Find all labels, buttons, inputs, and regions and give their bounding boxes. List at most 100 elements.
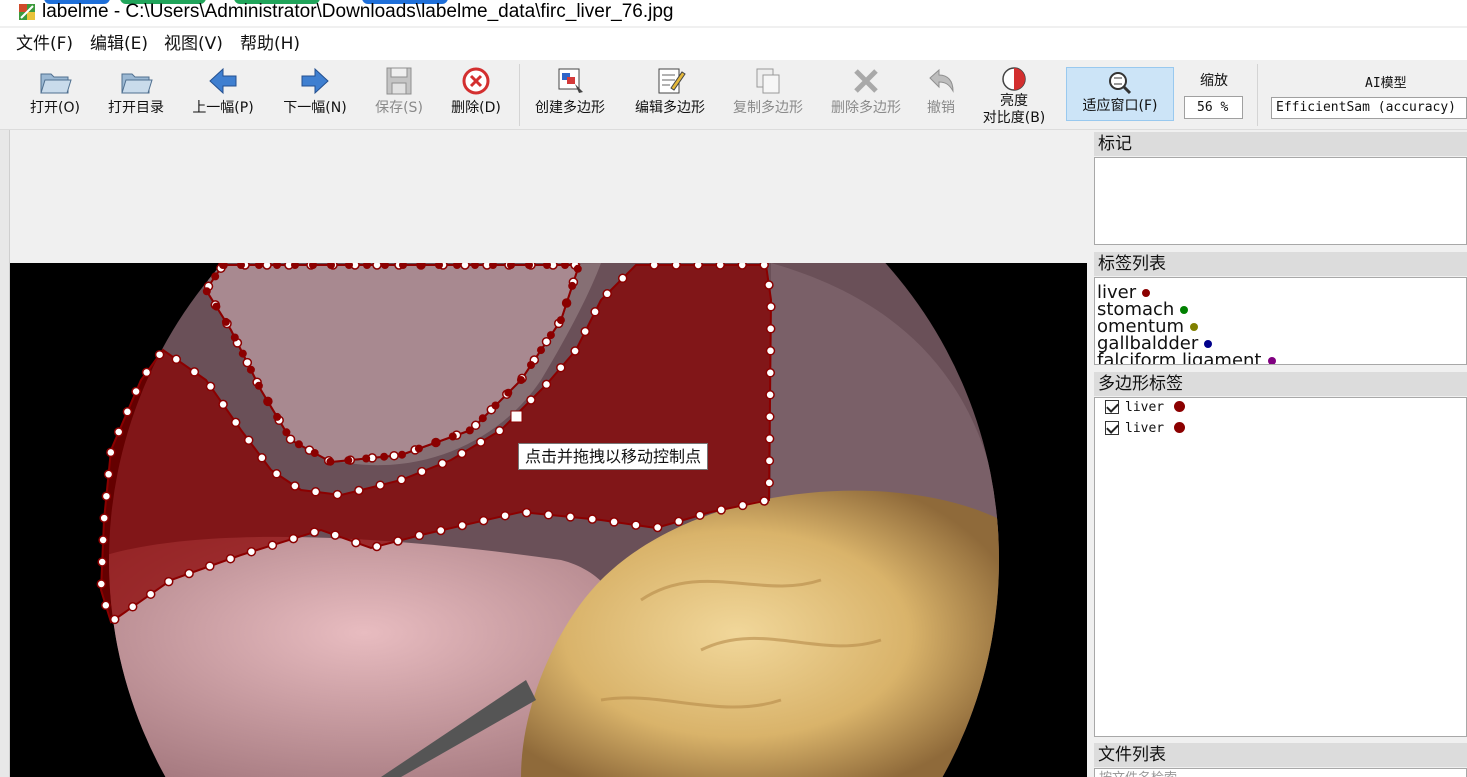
polygon-vertex[interactable] [556,316,565,325]
polygon-vertex[interactable] [218,399,228,410]
open-dir-button[interactable]: 打开目录 [102,64,170,126]
polygon-vertex[interactable] [526,395,536,405]
polygon-vertex[interactable] [221,317,230,326]
polygon-vertex[interactable] [99,513,109,523]
polygon-vertex[interactable] [273,412,282,421]
polygon-vertex[interactable] [491,401,500,410]
polygon-vertex[interactable] [344,456,353,465]
polygon-vertex[interactable] [263,397,272,406]
polygon-vertex[interactable] [288,533,299,544]
polygon-vertex[interactable] [101,600,111,611]
polygon-vertex[interactable] [310,449,319,457]
polygon-vertex[interactable] [414,530,425,541]
menu-file[interactable]: 文件(F) [14,33,75,55]
polygon-vertex[interactable] [617,273,628,284]
polygon-vertex[interactable] [695,510,705,520]
polygon-vertex[interactable] [587,514,598,524]
polygon-vertex[interactable] [230,333,239,342]
polygon-vertex[interactable] [398,450,406,459]
polygon-vertex[interactable] [543,510,554,520]
polygon-vertex[interactable] [171,354,182,365]
polygon-visibility-checkbox[interactable] [1105,421,1119,435]
polygon-vertex[interactable] [765,390,775,400]
fit-window-button[interactable]: 适应窗口(F) [1066,67,1174,121]
selected-vertex-handle[interactable] [510,410,523,423]
polygon-vertex[interactable] [326,457,335,466]
polygon-vertex[interactable] [431,438,440,447]
polygon-vertex[interactable] [568,281,577,290]
polygon-vertex[interactable] [225,553,236,564]
polygon-vertex[interactable] [332,489,343,500]
polygon-vertex[interactable] [764,434,775,444]
polygon-vertex[interactable] [101,491,112,501]
ai-model-select[interactable]: EfficientSam (accuracy) [1271,97,1467,119]
polygon-vertex[interactable] [759,496,770,506]
polygon-vertex[interactable] [580,326,590,337]
polygon-vertex[interactable] [163,576,174,587]
polygon-vertex[interactable] [448,432,457,441]
polygon-vertex[interactable] [414,444,423,453]
polygon-vertex[interactable] [131,386,141,397]
polygon-vertex[interactable] [478,515,489,526]
polygon-vertex[interactable] [764,280,774,290]
polygon-vertex[interactable] [262,263,272,270]
polygon-vertex[interactable] [565,512,576,522]
polygon-vertex[interactable] [242,357,253,368]
polygon-vertex[interactable] [271,469,282,479]
polygon-vertex[interactable] [98,535,108,545]
canvas-area[interactable]: 点击并拖拽以移动控制点 [9,130,1087,777]
polygon-vertex[interactable] [97,557,107,567]
polygon-vertex[interactable] [671,263,681,270]
menu-view[interactable]: 视图(V) [162,33,225,55]
polygon-vertex[interactable] [590,307,600,317]
polygon-vertex[interactable] [541,379,552,390]
polygon-vertex[interactable] [573,264,582,273]
polygon-vertex[interactable] [478,414,487,423]
polygon-vertex[interactable] [500,510,510,521]
polygon-vertex[interactable] [457,448,467,459]
polygon-vertex[interactable] [267,540,278,550]
polygon-vertex[interactable] [715,263,725,270]
polygon-vertex[interactable] [122,407,133,417]
polygon-vertex[interactable] [437,458,448,469]
polygon-item[interactable]: liver [1105,421,1186,437]
polygon-vertex[interactable] [285,434,296,444]
polygon-vertex[interactable] [765,412,775,422]
polygon-vertex[interactable] [362,454,371,463]
polygon-visibility-checkbox[interactable] [1105,400,1119,414]
polygon-vertex[interactable] [517,376,525,384]
polygon-vertex[interactable] [202,287,211,296]
flags-panel[interactable] [1094,157,1467,245]
polygon-vertex[interactable] [649,263,659,270]
polygon-vertex[interactable] [243,435,254,445]
delete-file-button[interactable]: 删除(D) [446,64,506,126]
polygon-item[interactable]: liver [1105,400,1186,416]
polygon-vertex[interactable] [537,346,545,355]
polygon-vertex[interactable] [246,546,257,557]
polygon-vertex[interactable] [737,263,747,270]
polygon-vertex[interactable] [465,426,474,435]
polygon-vertex[interactable] [113,427,124,437]
polygon-vertex[interactable] [127,602,138,612]
polygon-vertex[interactable] [389,450,399,461]
next-image-button[interactable]: 下一幅(N) [278,64,352,126]
polygons-list[interactable]: liver liver [1094,397,1467,737]
polygon-vertex[interactable] [141,367,152,378]
save-button[interactable]: 保存(S) [368,64,430,126]
file-search-input[interactable]: 按文件名检索 [1094,768,1467,777]
polygon-vertex[interactable] [562,299,571,307]
polygon-vertex[interactable] [765,324,776,334]
polygon-vertex[interactable] [246,365,255,374]
polygon-vertex[interactable] [294,440,303,449]
polygon-vertex[interactable] [354,485,364,496]
polygon-vertex[interactable] [106,447,116,458]
polygon-vertex[interactable] [211,272,220,281]
polygon-vertex[interactable] [673,516,684,527]
polygon-vertex[interactable] [290,481,300,491]
polygon-vertex[interactable] [737,500,748,511]
polygon-vertex[interactable] [436,525,446,536]
polygon-vertex[interactable] [765,346,776,356]
polygon-vertex[interactable] [759,263,769,270]
open-button[interactable]: 打开(O) [24,64,86,126]
polygon-vertex[interactable] [257,453,267,463]
